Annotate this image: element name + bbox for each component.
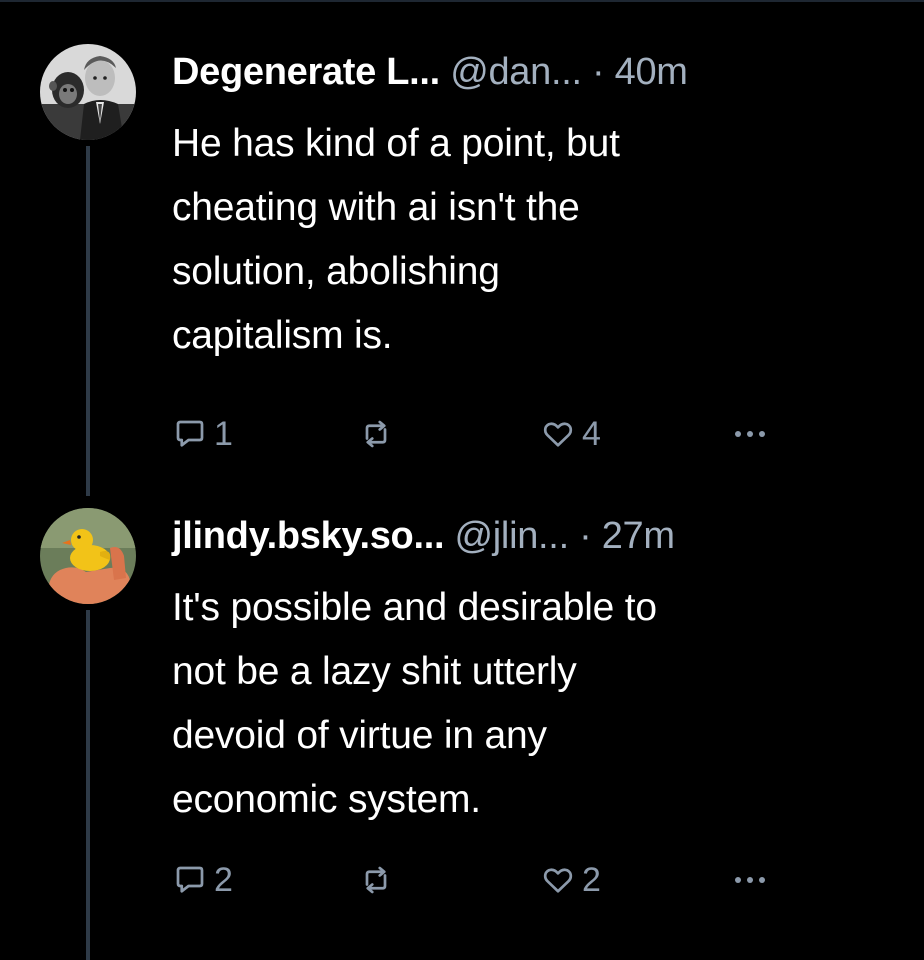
post-text-line: cheating with ai isn't the (172, 186, 580, 229)
separator: · (568, 515, 602, 557)
handle[interactable]: @jlin... (455, 515, 570, 557)
reply-count: 2 (214, 860, 233, 899)
post-text: He has kind of a point, but cheating wit… (172, 112, 904, 368)
thread-line (86, 610, 90, 960)
post-text-line: He has kind of a point, but (172, 122, 620, 165)
more-options-button[interactable] (728, 412, 772, 456)
timestamp[interactable]: 40m (615, 51, 688, 93)
post[interactable]: jlindy.bsky.so... @jlin... · 27m It's po… (0, 500, 924, 960)
post-actions: 1 4 (172, 412, 872, 456)
post-text-line: solution, abolishing (172, 250, 500, 293)
like-button[interactable]: 4 (540, 412, 601, 456)
like-count: 4 (582, 414, 601, 453)
reply-icon (176, 420, 204, 447)
heart-icon (543, 868, 573, 893)
more-icon (735, 877, 765, 883)
reply-count: 1 (214, 414, 233, 453)
display-name[interactable]: Degenerate L... (172, 51, 440, 93)
post-actions: 2 2 (172, 858, 872, 902)
post[interactable]: Degenerate L... @dan... · 40m He has kin… (0, 36, 924, 506)
repost-button[interactable] (358, 412, 394, 456)
avatar-rubber-duck-icon (40, 508, 136, 604)
post-text-line: not be a lazy shit utterly (172, 650, 577, 693)
repost-button[interactable] (358, 858, 394, 902)
more-options-button[interactable] (728, 858, 772, 902)
thread-line (86, 146, 90, 496)
avatar-man-with-chimp-icon (40, 44, 136, 140)
display-name[interactable]: jlindy.bsky.so... (172, 515, 445, 557)
heart-icon (543, 422, 573, 447)
post-text-line: It's possible and desirable to (172, 586, 657, 629)
timestamp[interactable]: 27m (602, 515, 675, 557)
reply-button[interactable]: 1 (172, 412, 233, 456)
post-header: jlindy.bsky.so... @jlin... · 27m (172, 500, 904, 572)
like-button[interactable]: 2 (540, 858, 601, 902)
reply-button[interactable]: 2 (172, 858, 233, 902)
more-icon (735, 431, 765, 437)
repost-icon (365, 420, 387, 448)
top-border (0, 0, 924, 2)
post-header: Degenerate L... @dan... · 40m (172, 36, 904, 108)
post-text-line: capitalism is. (172, 314, 393, 357)
reply-icon (176, 866, 204, 893)
avatar[interactable] (40, 44, 136, 140)
post-content: jlindy.bsky.so... @jlin... · 27m It's po… (172, 500, 904, 832)
separator: · (581, 51, 615, 93)
repost-icon (365, 866, 387, 894)
post-text: It's possible and desirable to not be a … (172, 576, 904, 832)
post-content: Degenerate L... @dan... · 40m He has kin… (172, 36, 904, 368)
handle[interactable]: @dan... (450, 51, 582, 93)
post-text-line: devoid of virtue in any (172, 714, 547, 757)
post-text-line: economic system. (172, 778, 481, 821)
avatar[interactable] (40, 508, 136, 604)
like-count: 2 (582, 860, 601, 899)
